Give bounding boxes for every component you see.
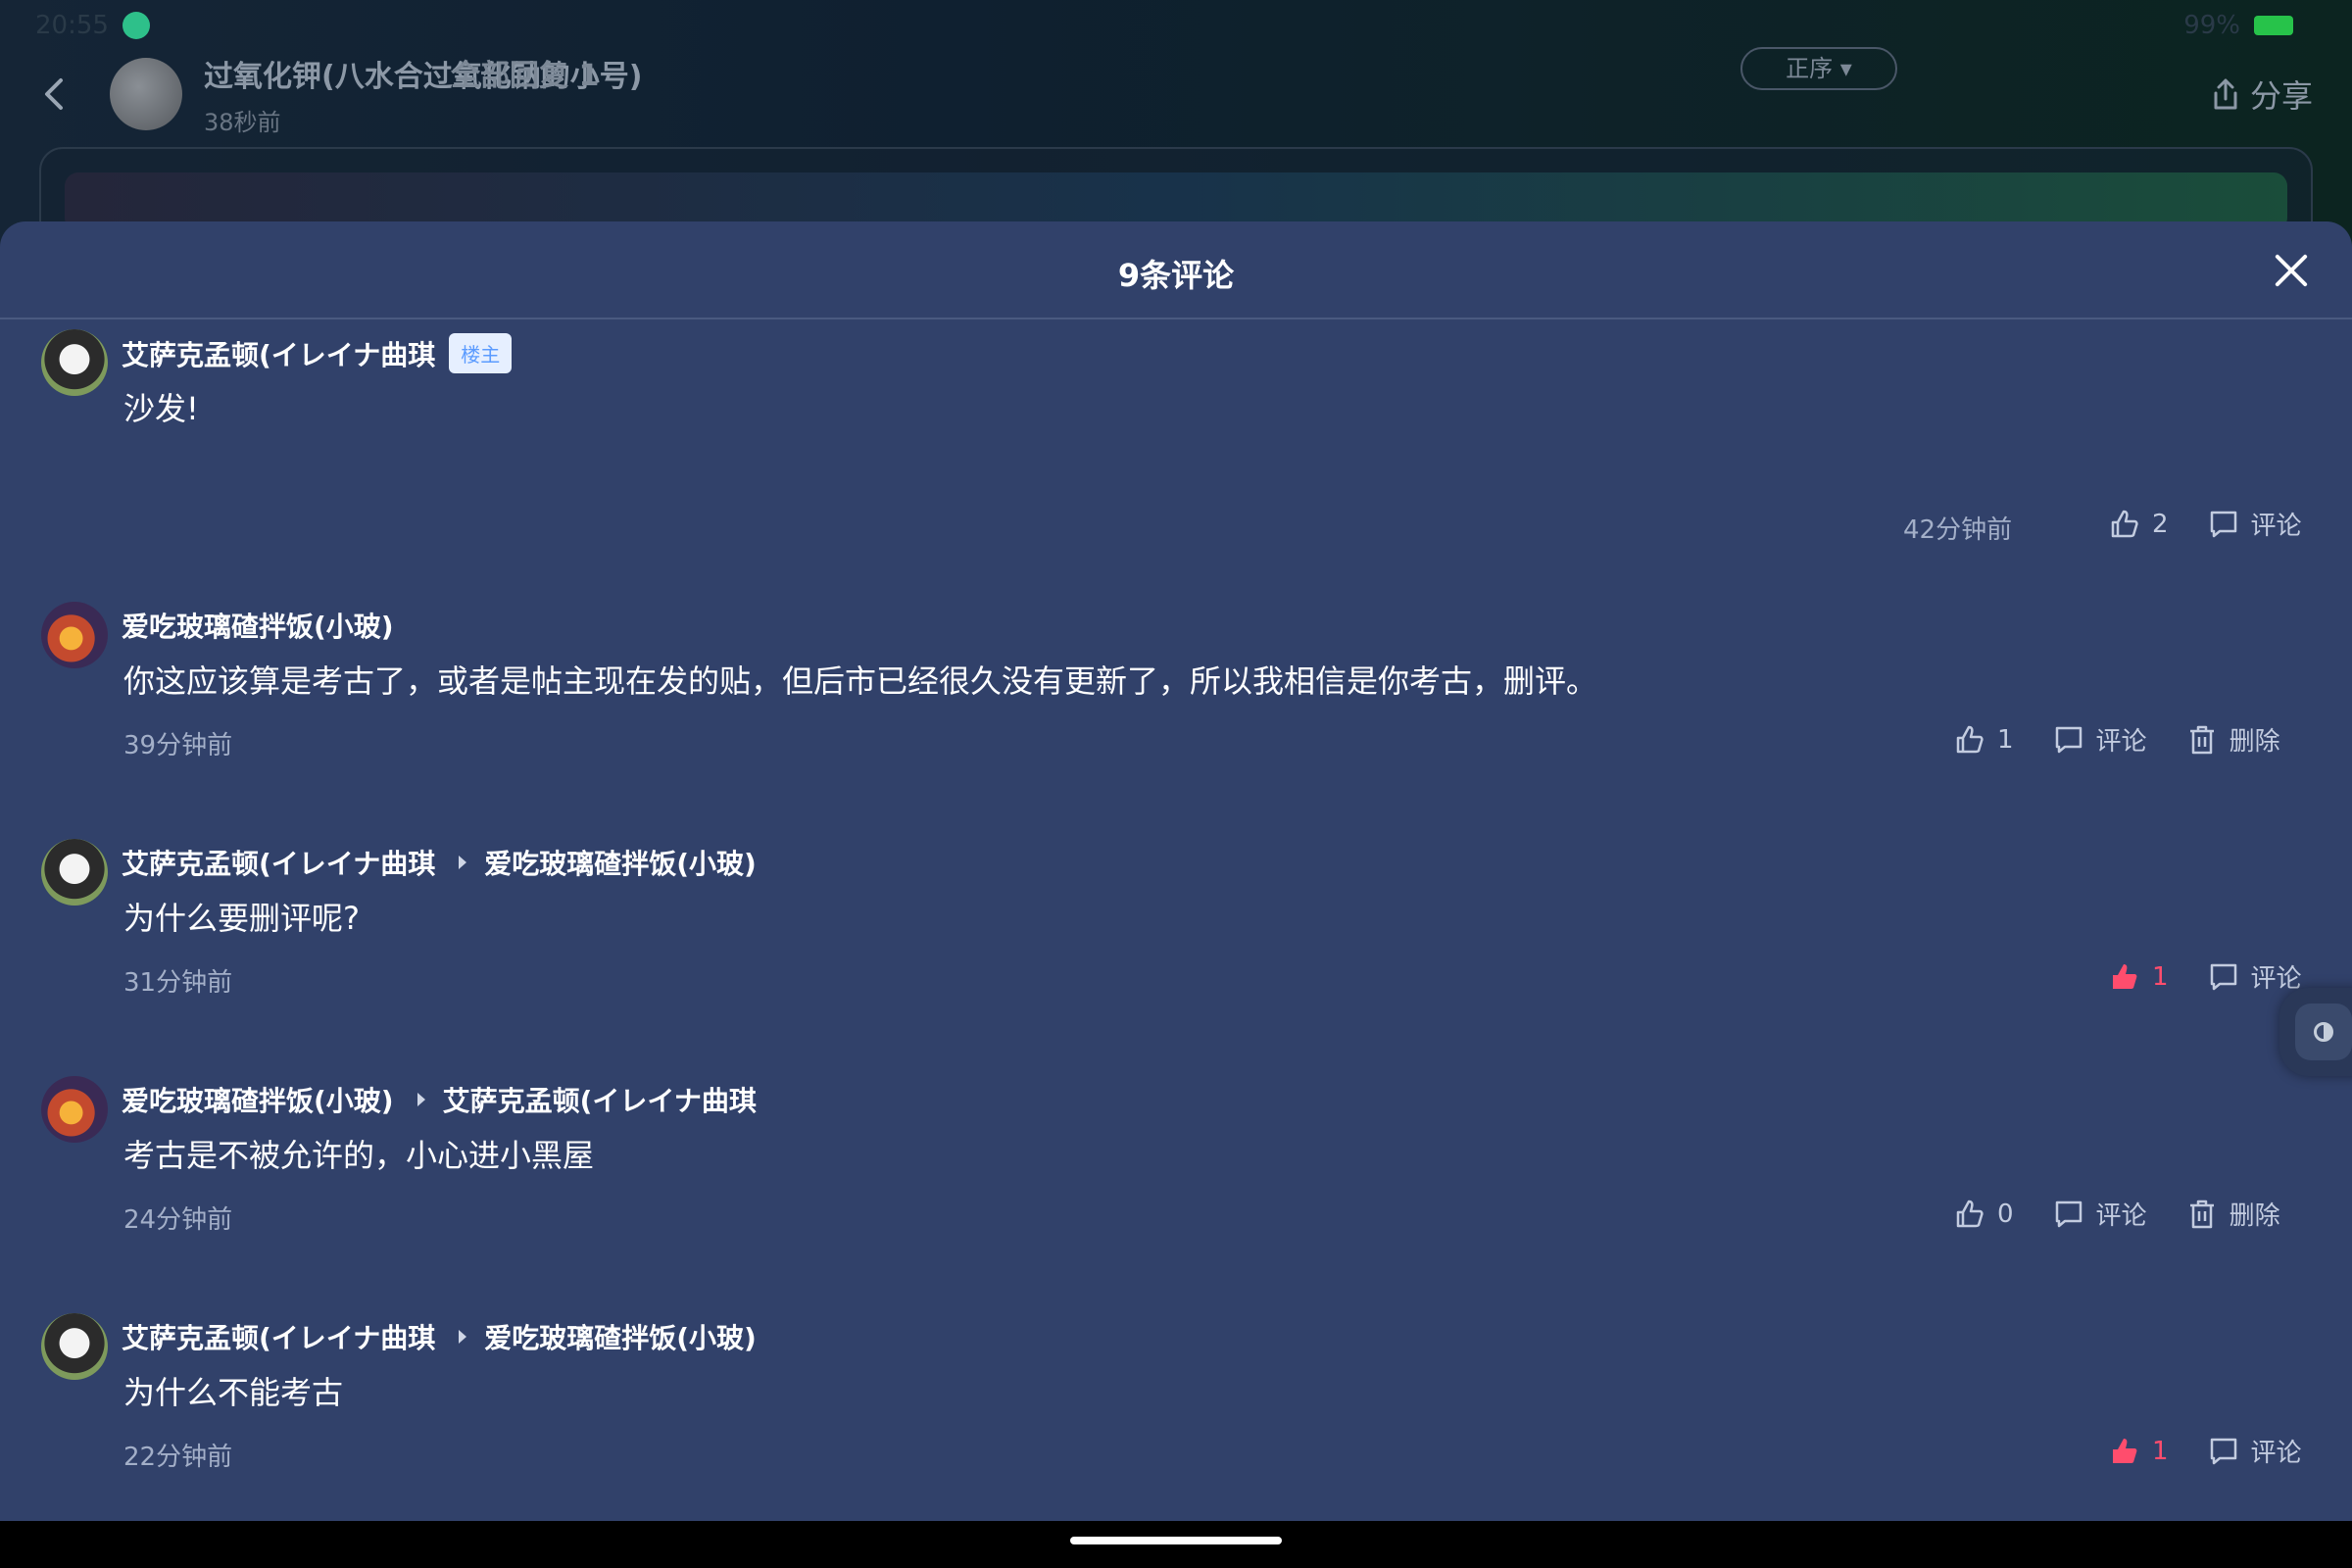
- share-label: 分享: [2249, 77, 2313, 115]
- avatar[interactable]: [41, 602, 108, 668]
- comment-author[interactable]: 艾萨克孟顿(イレイナ曲琪: [122, 843, 435, 882]
- comment-actions: 1 评论 删除: [1954, 721, 2280, 758]
- status-right: 99%: [2183, 11, 2293, 40]
- reply-label: 评论: [2250, 1439, 2302, 1468]
- comment-text: 你这应该算是考古了，或者是帖主现在发的贴，但后市已经很久没有更新了，所以我相信是…: [123, 662, 1598, 700]
- reply-target[interactable]: 爱吃玻璃碴拌饭(小玻): [484, 843, 757, 882]
- theme-toggle-inner: [2295, 1004, 2352, 1060]
- all-replies-label[interactable]: 全部回复 1: [451, 51, 599, 94]
- thumbs-up-icon: [2113, 1438, 2137, 1463]
- post-header: 过氧化钾(八水合过氧化钠的小号) 38秒前 分享: [35, 55, 2313, 136]
- like-button[interactable]: 1: [1954, 724, 2014, 756]
- comment-icon: [2055, 1200, 2082, 1227]
- comment-header: 艾萨克孟顿(イレイナ曲琪 爱吃玻璃碴拌饭(小玻): [122, 1317, 757, 1356]
- like-button[interactable]: 1: [2109, 961, 2169, 993]
- reply-arrow-icon: [416, 1093, 425, 1106]
- comment-icon: [2210, 1438, 2236, 1464]
- comment-author[interactable]: 爱吃玻璃碴拌饭(小玻): [122, 1080, 394, 1119]
- like-button[interactable]: 1: [2109, 1436, 2169, 1467]
- like-count: 2: [2152, 509, 2169, 539]
- comment-time: 22分钟前: [123, 1443, 233, 1472]
- reply-target[interactable]: 爱吃玻璃碴拌饭(小玻): [484, 1317, 757, 1356]
- theme-toggle-button[interactable]: [2279, 988, 2352, 1076]
- share-icon: [2214, 78, 2237, 110]
- op-badge: 楼主: [449, 333, 513, 373]
- comment-actions: 2 评论: [2109, 506, 2302, 542]
- avatar[interactable]: [41, 1076, 108, 1143]
- back-button[interactable]: [35, 74, 74, 114]
- comment-text: 为什么要删评呢?: [123, 900, 360, 937]
- contrast-toggle-icon: [2314, 1022, 2333, 1042]
- reply-label: 评论: [2095, 727, 2147, 757]
- thumbs-up-icon: [2111, 510, 2138, 537]
- comment-actions: 1 评论: [2109, 958, 2302, 995]
- status-bar: 20:55 99%: [35, 8, 2293, 43]
- system-nav-bar: [0, 1521, 2352, 1568]
- delete-button[interactable]: 删除: [2186, 721, 2280, 758]
- comment-author[interactable]: 艾萨克孟顿(イレイナ曲琪: [122, 1317, 435, 1356]
- comment-author[interactable]: 艾萨克孟顿(イレイナ曲琪: [122, 334, 435, 373]
- thumbs-up-icon: [1956, 1200, 1984, 1227]
- like-count: 1: [2152, 1436, 2169, 1466]
- comment-time: 39分钟前: [123, 731, 233, 760]
- avatar[interactable]: [41, 839, 108, 906]
- battery-percent: 99%: [2183, 11, 2240, 40]
- app-status-icon: [122, 12, 150, 39]
- comment-icon: [2210, 511, 2236, 537]
- comment-text: 为什么不能考古: [123, 1374, 344, 1411]
- delete-label: 删除: [2229, 1201, 2280, 1231]
- like-count: 0: [1997, 1199, 2014, 1229]
- home-indicator[interactable]: [1070, 1537, 1282, 1544]
- post-page-background: 20:55 99% 过氧化钾(八水合过氧化钠的小号) 38秒前 分享 全部回复 …: [0, 0, 2352, 284]
- comment-header: 爱吃玻璃碴拌饭(小玻): [122, 606, 394, 645]
- battery-icon: [2254, 16, 2293, 35]
- reply-button[interactable]: 评论: [2053, 721, 2147, 758]
- trash-icon: [2189, 725, 2214, 754]
- comment-header: 艾萨克孟顿(イレイナ曲琪 楼主: [122, 333, 513, 373]
- comments-sheet: 9条评论 艾萨克孟顿(イレイナ曲琪 楼主 沙发! 42分钟前 2 评论 爱吃玻璃…: [0, 221, 2352, 1521]
- like-count: 1: [2152, 961, 2169, 992]
- sheet-title: 9条评论: [1117, 257, 1235, 294]
- avatar[interactable]: [41, 1313, 108, 1380]
- thumbs-up-icon: [1956, 725, 1984, 753]
- thumbs-up-icon: [2113, 963, 2137, 989]
- close-icon[interactable]: [2272, 251, 2311, 290]
- comment-icon: [2055, 726, 2082, 753]
- comment-time: 31分钟前: [123, 968, 233, 998]
- share-button[interactable]: 分享: [2211, 72, 2313, 117]
- like-button[interactable]: 2: [2109, 509, 2169, 540]
- trash-icon: [2189, 1200, 2214, 1228]
- like-button[interactable]: 0: [1954, 1199, 2014, 1230]
- comment-author[interactable]: 爱吃玻璃碴拌饭(小玻): [122, 606, 394, 645]
- delete-label: 删除: [2229, 727, 2280, 757]
- comment-text: 沙发!: [123, 390, 199, 427]
- chevron-left-icon: [45, 78, 63, 110]
- reply-label: 评论: [2250, 964, 2302, 994]
- comment-header: 爱吃玻璃碴拌饭(小玻) 艾萨克孟顿(イレイナ曲琪: [122, 1080, 757, 1119]
- post-time: 38秒前: [204, 108, 281, 136]
- delete-button[interactable]: 删除: [2186, 1196, 2280, 1232]
- avatar[interactable]: [41, 329, 108, 396]
- reply-target[interactable]: 艾萨克孟顿(イレイナ曲琪: [443, 1080, 757, 1119]
- comment-text: 考古是不被允许的，小心进小黑屋: [123, 1137, 595, 1174]
- reply-arrow-icon: [459, 856, 467, 869]
- comment-actions: 0 评论 删除: [1954, 1196, 2280, 1232]
- reply-label: 评论: [2250, 512, 2302, 541]
- comment-icon: [2210, 963, 2236, 990]
- comment-time: 24分钟前: [123, 1205, 233, 1235]
- reply-button[interactable]: 评论: [2208, 506, 2302, 542]
- comment-header: 艾萨克孟顿(イレイナ曲琪 爱吃玻璃碴拌饭(小玻): [122, 843, 757, 882]
- sheet-header: 9条评论: [0, 221, 2352, 319]
- status-time: 20:55: [35, 11, 109, 40]
- reply-arrow-icon: [459, 1330, 467, 1344]
- like-count: 1: [1997, 724, 2014, 755]
- comment-time: 42分钟前: [1903, 515, 2013, 545]
- sort-order-dropdown[interactable]: 正序 ▾: [1740, 47, 1897, 90]
- post-author-avatar[interactable]: [110, 58, 182, 130]
- reply-button[interactable]: 评论: [2208, 1433, 2302, 1469]
- reply-button[interactable]: 评论: [2208, 958, 2302, 995]
- reply-label: 评论: [2095, 1201, 2147, 1231]
- reply-button[interactable]: 评论: [2053, 1196, 2147, 1232]
- comment-actions: 1 评论: [2109, 1433, 2302, 1469]
